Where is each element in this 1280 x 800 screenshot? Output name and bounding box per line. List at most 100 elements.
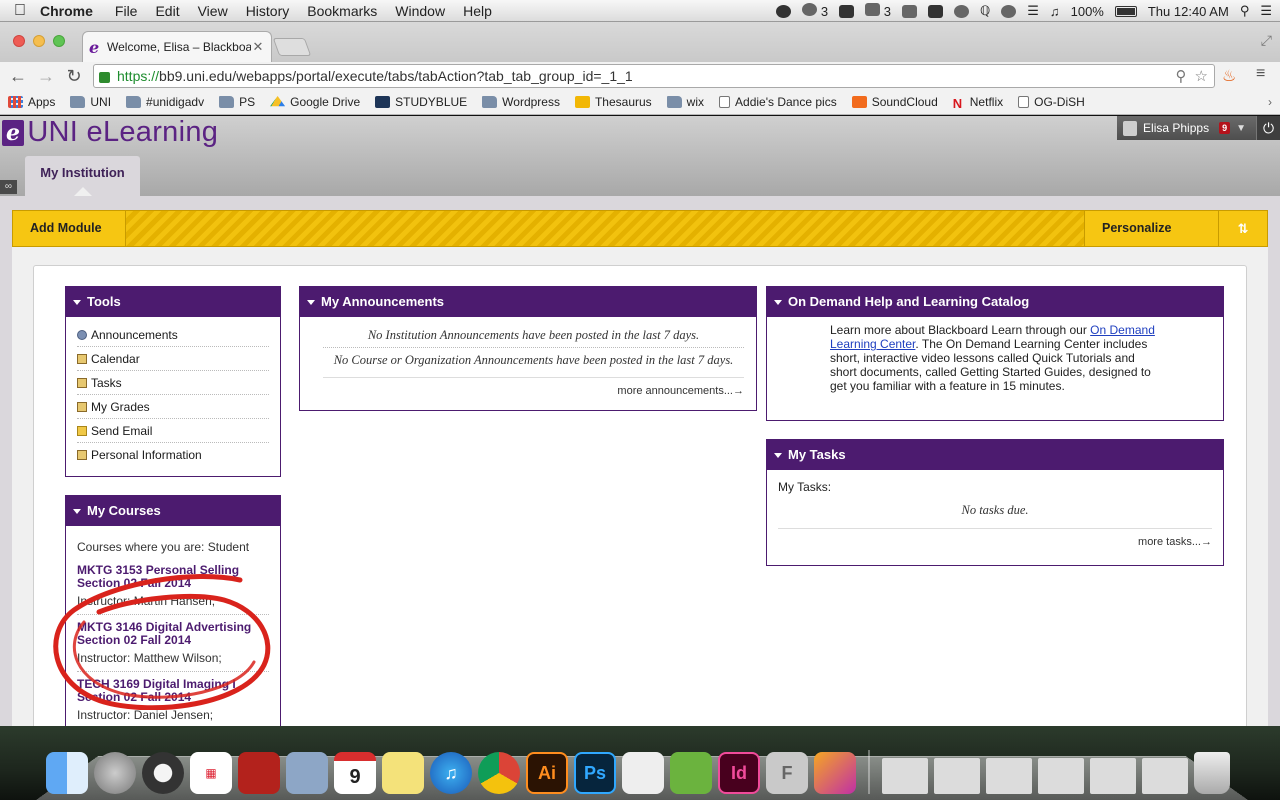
user-menu-button[interactable]: Elisa Phipps 9 ▼ (1117, 116, 1256, 140)
window-minimize-button[interactable] (33, 35, 45, 47)
bookmark-netflix[interactable]: N Netflix (953, 95, 1003, 111)
collapse-triangle-icon[interactable] (774, 299, 782, 305)
illustrator-icon[interactable]: Ai (526, 752, 568, 794)
uni-elearning-logo[interactable]: e UNI eLearning (2, 116, 218, 149)
airplay-icon[interactable] (927, 4, 943, 18)
minimized-window-thumbnail[interactable] (934, 758, 980, 794)
bookmark-ps[interactable]: PS (219, 95, 255, 109)
fullscreen-icon[interactable]: ⤢ (1261, 32, 1272, 49)
back-arrow-icon[interactable]: ← (4, 66, 32, 87)
more-tasks-link[interactable]: more tasks...→ (778, 528, 1212, 548)
module-header[interactable]: My Announcements (300, 287, 756, 317)
adobe-status[interactable]: 3 (865, 3, 891, 19)
volume-icon[interactable]: ♫ (1050, 4, 1060, 19)
tool-announcements[interactable]: Announcements (77, 323, 269, 347)
spotlight-search-icon[interactable]: ⚲ (1240, 3, 1250, 19)
bookmarks-overflow-icon[interactable]: › (1268, 95, 1272, 109)
minimized-window-thumbnail[interactable] (882, 758, 928, 794)
menu-bookmarks[interactable]: Bookmarks (307, 3, 377, 19)
stickies-icon[interactable] (382, 752, 424, 794)
course-link[interactable]: TECH 3169 Digital Imaging I Section 02 Fa… (77, 678, 269, 704)
menu-history[interactable]: History (246, 3, 290, 19)
bookmark-wordpress[interactable]: Wordpress (482, 95, 560, 109)
tool-calendar[interactable]: Calendar (77, 347, 269, 371)
textedit-icon[interactable] (622, 752, 664, 794)
dashboard-icon[interactable] (142, 752, 184, 794)
mail-icon[interactable] (286, 752, 328, 794)
google-drive-status-icon[interactable] (839, 4, 855, 18)
add-module-button[interactable]: Add Module (13, 211, 126, 246)
tool-personal-information[interactable]: Personal Information (77, 443, 269, 467)
apple-menu-icon[interactable]:  (0, 2, 40, 20)
bookmark-star-icon[interactable]: ☆ (1195, 67, 1208, 85)
window-zoom-button[interactable] (53, 35, 65, 47)
minimized-window-thumbnail[interactable] (1090, 758, 1136, 794)
search-zoom-icon[interactable]: ⚲ (1176, 67, 1187, 85)
personalize-page-button[interactable]: Personalize Page (1084, 211, 1218, 270)
app-grid-icon[interactable]: ▦ (190, 752, 232, 794)
bookmark-uni[interactable]: UNI (70, 95, 111, 109)
bookmark-wix[interactable]: wix (666, 95, 704, 109)
launchpad-rocket-icon[interactable] (94, 752, 136, 794)
reload-icon[interactable]: ↻ (60, 66, 88, 87)
bookmark-og-dish[interactable]: OG-DiSH (1018, 95, 1085, 109)
menu-view[interactable]: View (198, 3, 228, 19)
collapse-triangle-icon[interactable] (73, 508, 81, 514)
tool-send-email[interactable]: Send Email (77, 419, 269, 443)
bookmark-apps[interactable]: Apps (8, 95, 55, 109)
module-header[interactable]: My Tasks (767, 440, 1223, 470)
new-tab-button[interactable] (272, 38, 312, 56)
course-link[interactable]: MKTG 3153 Personal Selling Section 02 Fal… (77, 564, 269, 590)
menu-help[interactable]: Help (463, 3, 492, 19)
chrome-icon[interactable] (478, 752, 520, 794)
module-header[interactable]: On Demand Help and Learning Catalog (767, 287, 1223, 317)
menu-file[interactable]: File (115, 3, 138, 19)
extension-flame-icon[interactable]: ♨ (1222, 66, 1236, 86)
notification-center-icon[interactable]: ☰ (1260, 3, 1272, 19)
clock[interactable]: Thu 12:40 AM (1148, 4, 1229, 19)
tab-close-icon[interactable]: ✕ (251, 39, 265, 55)
browser-tab-active[interactable]: e Welcome, Elisa – Blackboard ✕ (82, 31, 272, 62)
logout-power-icon[interactable]: ⏻ (1256, 116, 1280, 140)
minimized-window-thumbnail[interactable] (986, 758, 1032, 794)
photoshop-icon[interactable]: Ps (574, 752, 616, 794)
evernote-status-icon[interactable] (776, 4, 792, 18)
wifi-icon[interactable]: ☰ (1027, 3, 1039, 19)
link-icon[interactable]: ∞ (0, 180, 17, 194)
indesign-icon[interactable]: Id (718, 752, 760, 794)
chrome-menu-icon[interactable]: ≡ (1256, 65, 1265, 83)
bookmark-thesaurus[interactable]: Thesaurus (574, 95, 652, 109)
course-link[interactable]: MKTG 3146 Digital Advertising Section 02 … (77, 621, 269, 647)
address-bar[interactable]: https://bb9.uni.edu/webapps/portal/execu… (93, 64, 1215, 88)
bluetooth-icon[interactable]: ℚ (980, 3, 990, 19)
more-announcements-link[interactable]: more announcements...→ (323, 377, 744, 397)
collapse-triangle-icon[interactable] (73, 299, 81, 305)
forward-arrow-icon[interactable]: → (32, 66, 60, 87)
menu-window[interactable]: Window (395, 3, 445, 19)
bookmark-google-drive[interactable]: Google Drive (270, 95, 360, 109)
creative-cloud-status[interactable]: 3 (802, 3, 828, 19)
font-book-icon[interactable]: F (766, 752, 808, 794)
bookmark-unidigadv[interactable]: #unidigadv (126, 95, 204, 109)
bookmark-soundcloud[interactable]: SoundCloud (851, 95, 938, 109)
messages-status-icon[interactable] (1001, 4, 1017, 18)
minimized-window-thumbnail[interactable] (1038, 758, 1084, 794)
trash-icon[interactable] (1194, 752, 1230, 794)
calendar-app-icon[interactable]: 9 (334, 752, 376, 794)
finder-icon[interactable] (46, 752, 88, 794)
battery-percent[interactable]: 100% (1071, 4, 1104, 19)
module-header[interactable]: Tools (66, 287, 280, 317)
time-machine-icon[interactable] (953, 4, 969, 18)
evernote-icon[interactable] (670, 752, 712, 794)
app-menu-chrome[interactable]: Chrome (40, 3, 93, 19)
photo-booth-icon[interactable] (238, 752, 280, 794)
collapse-triangle-icon[interactable] (774, 452, 782, 458)
collapse-triangle-icon[interactable] (307, 299, 315, 305)
minimized-window-thumbnail[interactable] (1142, 758, 1188, 794)
tab-my-institution[interactable]: My Institution (25, 156, 140, 196)
window-close-button[interactable] (13, 35, 25, 47)
tool-my-grades[interactable]: My Grades (77, 395, 269, 419)
bookmark-studyblue[interactable]: STUDYBLUE (375, 95, 467, 109)
tool-tasks[interactable]: Tasks (77, 371, 269, 395)
photo-app-icon[interactable] (814, 752, 856, 794)
